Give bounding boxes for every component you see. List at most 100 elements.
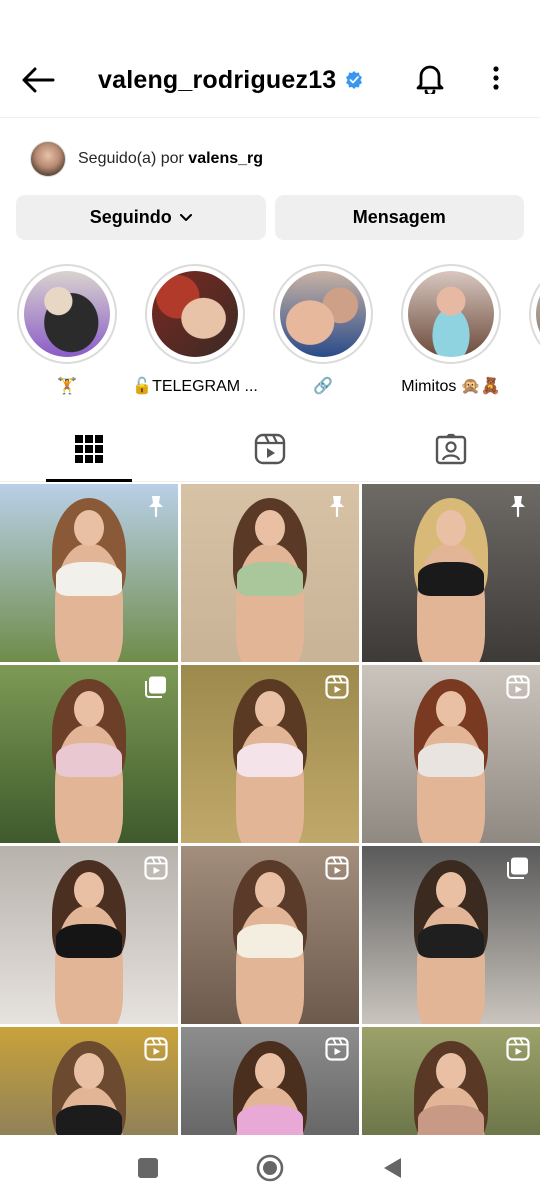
tab-reels[interactable] [227,418,313,480]
post-thumbnail[interactable] [0,665,178,843]
figure-outfit [56,1105,122,1135]
back-nav-button[interactable] [377,1153,407,1183]
chevron-down-icon [179,213,192,221]
followed-by-row[interactable]: Seguido(a) por valens_rg [30,141,263,177]
post-thumbnail[interactable] [0,1027,178,1135]
figure-head [74,872,104,908]
highlight-cover [152,271,238,357]
verified-badge-icon [346,71,363,89]
posts-grid [0,484,540,1135]
highlight-cover [536,271,540,357]
highlight-ring [17,264,117,364]
reel-icon [506,675,530,699]
reel-icon [325,675,349,699]
figure-head [74,510,104,546]
profile-header: valeng_rodriguez13 [0,0,540,118]
pin-icon [506,494,530,518]
reels-icon [254,433,286,465]
post-thumbnail[interactable] [181,665,359,843]
recent-apps-button[interactable] [133,1153,163,1183]
back-button[interactable] [18,60,58,100]
highlight-item[interactable] [519,264,540,364]
figure-head [436,872,466,908]
figure-head [74,1053,104,1089]
message-button[interactable]: Mensagem [274,195,524,240]
highlight-ring [529,264,540,364]
reel-icon [506,1037,530,1061]
post-thumbnail[interactable] [362,665,540,843]
avatar [30,141,66,177]
story-highlights: 🏋️ 🔓TELEGRAM ... 🔗 Mimitos 🙊🧸 [0,264,540,399]
highlight-item[interactable]: 🔗 [263,264,383,396]
carousel-icon [144,675,168,699]
highlight-item[interactable]: Mimitos 🙊🧸 [391,264,511,396]
figure-outfit [237,562,303,596]
reel-icon [144,856,168,880]
highlight-label: 🔓TELEGRAM ... [132,378,258,395]
figure-head [255,872,285,908]
highlight-ring [401,264,501,364]
profile-username: valeng_rodriguez13 [98,65,337,94]
followed-by-prefix: Seguido(a) por [78,150,184,167]
highlight-label: 🏋️ [57,378,77,395]
grid-icon [75,435,103,463]
figure-head [436,510,466,546]
pin-icon [325,494,349,518]
figure-outfit [56,743,122,777]
more-vertical-icon [493,66,499,90]
post-thumbnail[interactable] [0,846,178,1024]
highlight-cover [280,271,366,357]
tab-grid[interactable] [46,418,132,482]
arrow-left-icon [22,67,55,93]
more-options-button[interactable] [478,58,514,98]
post-thumbnail[interactable] [181,846,359,1024]
post-thumbnail[interactable] [181,484,359,662]
reel-icon [144,1037,168,1061]
figure-outfit [418,743,484,777]
post-thumbnail[interactable] [362,1027,540,1135]
highlight-cover [408,271,494,357]
highlight-item[interactable]: 🏋️ [7,264,127,396]
carousel-icon [506,856,530,880]
reel-icon [325,856,349,880]
followed-by-username: valens_rg [188,150,264,167]
figure-outfit [418,1105,484,1135]
following-button[interactable]: Seguindo [16,195,266,240]
tab-tagged[interactable] [408,418,494,480]
figure-head [74,691,104,727]
figure-head [255,691,285,727]
triangle-back-icon [384,1158,401,1178]
highlight-label: Mimitos 🙊🧸 [401,378,501,395]
figure-head [436,1053,466,1089]
bell-icon [416,65,444,94]
figure-outfit [237,924,303,958]
notifications-button[interactable] [410,58,450,98]
profile-actions: Seguindo Mensagem [16,195,524,240]
pin-icon [144,494,168,518]
figure-head [255,510,285,546]
home-button[interactable] [255,1153,285,1183]
highlight-label: 🔗 [313,378,333,395]
square-icon [138,1158,158,1178]
highlight-ring [145,264,245,364]
profile-tabs [0,418,540,482]
figure-head [436,691,466,727]
figure-head [255,1053,285,1089]
tagged-icon [435,433,467,465]
figure-outfit [418,924,484,958]
message-label: Mensagem [352,207,446,227]
following-label: Seguindo [89,207,172,227]
reel-icon [325,1037,349,1061]
post-thumbnail[interactable] [362,846,540,1024]
highlight-item[interactable]: 🔓TELEGRAM ... [132,264,258,396]
post-thumbnail[interactable] [362,484,540,662]
figure-outfit [56,562,122,596]
post-thumbnail[interactable] [181,1027,359,1135]
highlight-cover [24,271,110,357]
highlight-ring [273,264,373,364]
figure-outfit [237,1105,303,1135]
post-thumbnail[interactable] [0,484,178,662]
circle-icon [256,1154,284,1182]
followed-by-text: Seguido(a) por valens_rg [78,150,263,168]
figure-outfit [418,562,484,596]
